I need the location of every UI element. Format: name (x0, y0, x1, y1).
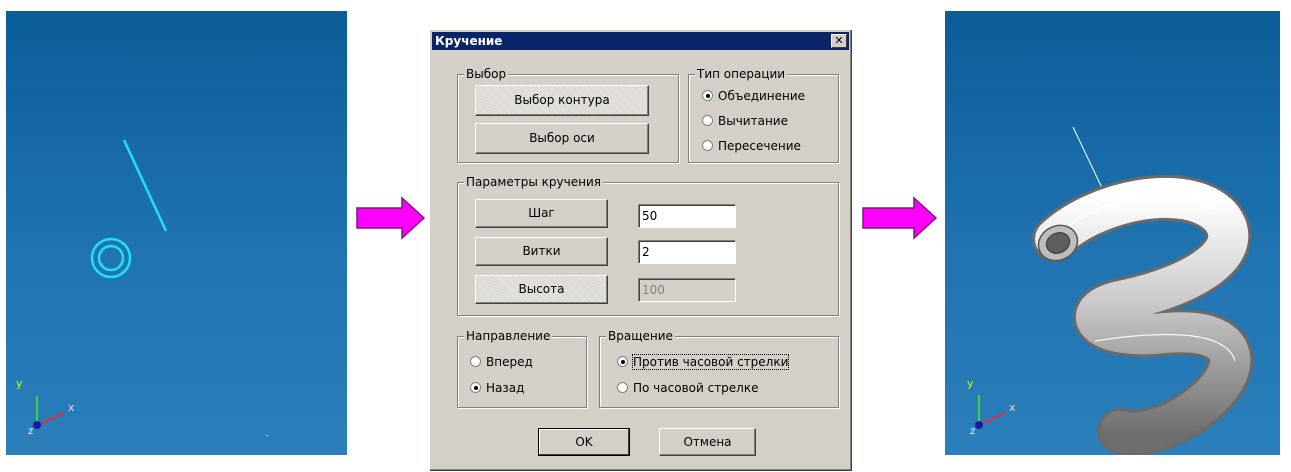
x-axis-arrow (36, 412, 65, 426)
dialog-titlebar[interactable]: Кручение ✕ (432, 32, 849, 50)
spring-tube (1035, 177, 1251, 453)
cancel-button[interactable]: Отмена (659, 428, 756, 456)
twist-params-group-label: Параметры кручения (464, 175, 603, 189)
z-axis-label: z (28, 426, 33, 437)
contour-inner-circle (97, 244, 125, 272)
viewport-before[interactable]: y x z (6, 11, 347, 455)
x-axis-label: x (68, 401, 75, 414)
arrow-right-icon (862, 196, 938, 240)
axis-line (122, 139, 168, 232)
radio-forward[interactable]: Вперед (470, 355, 533, 369)
twist-params-group: Параметры кручения Шаг 50 Витки 2 Высота… (457, 175, 839, 316)
rotation-group-label: Вращение (606, 329, 675, 343)
radio-clockwise[interactable]: По часовой стрелке (617, 381, 758, 395)
radio-union-label: Объединение (718, 89, 806, 103)
y-axis-label: y (967, 377, 974, 390)
radio-forward-label: Вперед (486, 355, 533, 369)
selection-group-label: Выбор (464, 67, 509, 81)
operation-type-group: Тип операции Объединение Вычитание Перес… (688, 67, 839, 163)
radio-dot-icon (702, 115, 713, 126)
ok-button[interactable]: OK (538, 428, 630, 456)
radio-backward-label: Назад (486, 381, 525, 395)
radio-intersection-label: Пересечение (718, 139, 801, 153)
radio-dot-icon (617, 356, 628, 367)
radio-dot-icon (470, 356, 481, 367)
radio-subtraction-label: Вычитание (718, 114, 788, 128)
selection-group: Выбор Выбор контура Выбор оси (457, 67, 679, 163)
x-axis-label: x (1009, 401, 1016, 414)
contour-outer-circle (90, 237, 132, 279)
step-button[interactable]: Шаг (475, 199, 608, 228)
y-axis-label: y (16, 377, 23, 390)
turns-input[interactable]: 2 (638, 240, 736, 264)
direction-group-label: Направление (464, 329, 553, 343)
operation-type-group-label: Тип операции (695, 67, 788, 81)
height-button[interactable]: Высота (475, 275, 608, 304)
close-button[interactable]: ✕ (831, 34, 847, 48)
twist-dialog: Кручение ✕ Выбор Выбор контура Выбор оси… (429, 29, 853, 472)
radio-counterclockwise-label: Против часовой стрелки (631, 354, 790, 370)
viewport-after[interactable]: y x z (945, 11, 1280, 455)
radio-clockwise-label: По часовой стрелке (633, 381, 759, 395)
arrow-right-icon (356, 196, 426, 240)
radio-intersection[interactable]: Пересечение (702, 139, 801, 153)
radio-dot-icon (470, 382, 481, 393)
select-contour-button[interactable]: Выбор контура (475, 85, 649, 116)
radio-counterclockwise[interactable]: Против часовой стрелки (617, 354, 790, 370)
viewport-speck (266, 435, 268, 436)
radio-dot-icon (702, 140, 713, 151)
direction-group: Направление Вперед Назад (457, 329, 587, 408)
height-input: 100 (638, 278, 736, 302)
turns-button[interactable]: Витки (475, 237, 608, 266)
rotation-group: Вращение Против часовой стрелки По часов… (599, 329, 839, 408)
viewport-after-scene: y x z (967, 126, 1254, 455)
z-axis-dot (975, 421, 983, 429)
radio-dot-icon (702, 90, 713, 101)
step-input[interactable]: 50 (638, 204, 736, 228)
z-axis-dot (33, 421, 41, 429)
x-axis-arrow (978, 412, 1006, 426)
close-icon: ✕ (834, 34, 844, 47)
radio-dot-icon (617, 382, 628, 393)
radio-subtraction[interactable]: Вычитание (702, 114, 788, 128)
select-axis-button[interactable]: Выбор оси (475, 123, 649, 154)
dialog-title: Кручение (435, 34, 503, 48)
radio-backward[interactable]: Назад (470, 381, 524, 395)
z-axis-label: z (970, 426, 975, 437)
viewport-before-scene: y x z (16, 139, 268, 437)
radio-union[interactable]: Объединение (702, 89, 805, 103)
